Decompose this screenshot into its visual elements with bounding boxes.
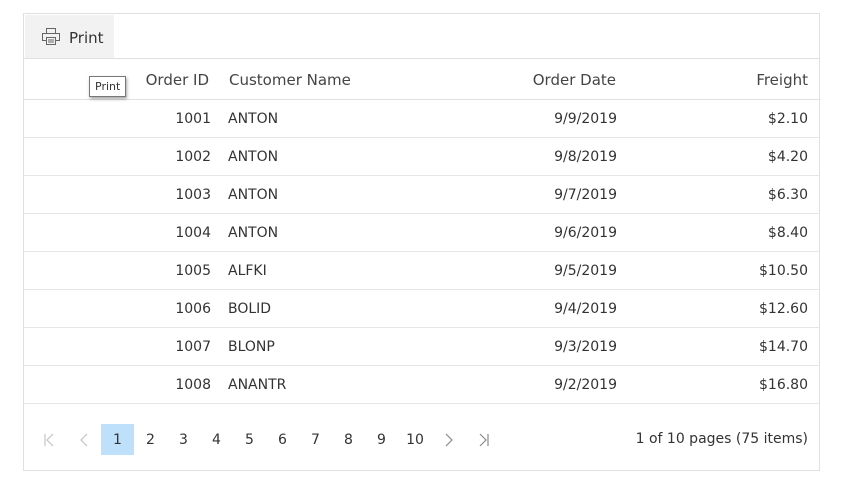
page-8-button[interactable]: 8	[332, 424, 365, 455]
cell-freight: $8.40	[767, 225, 808, 241]
page-7-button[interactable]: 7	[299, 424, 332, 455]
cell-order-id: 1003	[175, 187, 211, 203]
cell-freight: $2.10	[767, 111, 808, 127]
column-header-freight[interactable]: Freight	[756, 71, 808, 89]
table-row[interactable]: 1007 BLONP 9/3/2019 $14.70	[24, 328, 819, 366]
grid-toolbar: Print	[24, 14, 819, 59]
cell-order-id: 1006	[175, 301, 211, 317]
table-row[interactable]: 1008 ANANTR 9/2/2019 $16.80	[24, 366, 819, 404]
last-page-icon[interactable]	[474, 424, 494, 455]
first-page-icon[interactable]	[39, 424, 59, 455]
cell-customer-name: BOLID	[228, 301, 272, 317]
cell-customer-name: ANANTR	[228, 377, 287, 393]
column-header-order-id[interactable]: Order ID	[146, 71, 209, 89]
cell-order-date: 9/9/2019	[554, 111, 617, 127]
cell-customer-name: ANTON	[228, 225, 279, 241]
cell-order-date: 9/7/2019	[554, 187, 617, 203]
cell-freight: $4.20	[767, 149, 808, 165]
page-3-button[interactable]: 3	[167, 424, 200, 455]
print-button[interactable]: Print	[25, 15, 114, 58]
cell-freight: $12.60	[759, 301, 808, 317]
cell-order-date: 9/2/2019	[554, 377, 617, 393]
cell-order-date: 9/5/2019	[554, 263, 617, 279]
cell-order-id: 1008	[175, 377, 211, 393]
page-9-button[interactable]: 9	[365, 424, 398, 455]
table-row[interactable]: 1006 BOLID 9/4/2019 $12.60	[24, 290, 819, 328]
print-button-label: Print	[69, 29, 104, 47]
pager-info: 1 of 10 pages (75 items)	[635, 431, 808, 447]
table-row[interactable]: 1004 ANTON 9/6/2019 $8.40	[24, 214, 819, 252]
pager: 1 2 3 4 5 6 7 8 9 10 1 of 10 pages (75 i…	[24, 419, 819, 459]
data-grid: Print Print Order ID Customer Name Order…	[23, 13, 820, 471]
table-row[interactable]: 1003 ANTON 9/7/2019 $6.30	[24, 176, 819, 214]
previous-page-icon[interactable]	[74, 424, 94, 455]
cell-freight: $10.50	[759, 263, 808, 279]
cell-freight: $6.30	[767, 187, 808, 203]
page-10-button[interactable]: 10	[398, 424, 432, 455]
cell-order-date: 9/8/2019	[554, 149, 617, 165]
page-2-button[interactable]: 2	[134, 424, 167, 455]
table-row[interactable]: 1001 ANTON 9/9/2019 $2.10	[24, 100, 819, 138]
column-header-order-date[interactable]: Order Date	[533, 71, 616, 89]
next-page-icon[interactable]	[439, 424, 459, 455]
cell-customer-name: ANTON	[228, 111, 279, 127]
cell-order-id: 1002	[175, 149, 211, 165]
table-row[interactable]: 1005 ALFKI 9/5/2019 $10.50	[24, 252, 819, 290]
page-1-button[interactable]: 1	[101, 424, 134, 455]
cell-order-id: 1004	[175, 225, 211, 241]
grid-body: 1001 ANTON 9/9/2019 $2.10 1002 ANTON 9/8…	[24, 100, 819, 404]
cell-order-date: 9/3/2019	[554, 339, 617, 355]
page-5-button[interactable]: 5	[233, 424, 266, 455]
cell-order-id: 1001	[175, 111, 211, 127]
cell-order-id: 1007	[175, 339, 211, 355]
printer-icon	[42, 28, 60, 45]
cell-order-id: 1005	[175, 263, 211, 279]
cell-order-date: 9/4/2019	[554, 301, 617, 317]
page-6-button[interactable]: 6	[266, 424, 299, 455]
cell-customer-name: ANTON	[228, 149, 279, 165]
cell-customer-name: ANTON	[228, 187, 279, 203]
print-tooltip: Print	[89, 76, 127, 97]
cell-customer-name: ALFKI	[228, 263, 267, 279]
page-4-button[interactable]: 4	[200, 424, 233, 455]
grid-header-row: Order ID Customer Name Order Date Freigh…	[24, 59, 819, 100]
cell-order-date: 9/6/2019	[554, 225, 617, 241]
cell-freight: $14.70	[759, 339, 808, 355]
cell-freight: $16.80	[759, 377, 808, 393]
table-row[interactable]: 1002 ANTON 9/8/2019 $4.20	[24, 138, 819, 176]
column-header-customer-name[interactable]: Customer Name	[229, 71, 351, 89]
cell-customer-name: BLONP	[228, 339, 275, 355]
